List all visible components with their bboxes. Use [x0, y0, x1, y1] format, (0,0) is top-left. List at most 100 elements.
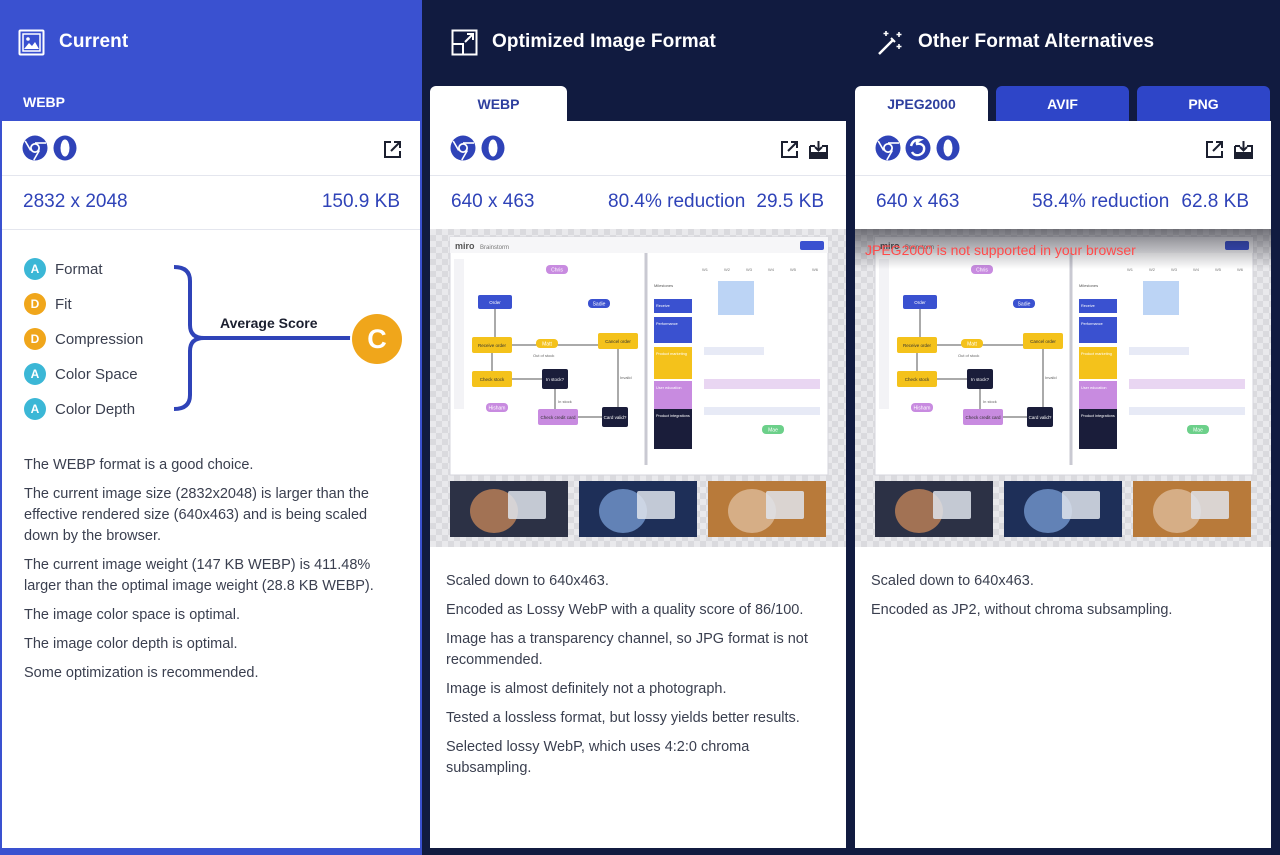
note: The current image size (2832x2048) is la… — [24, 486, 369, 544]
timeline-col: W2 — [724, 267, 731, 272]
flow-edge-label: In stock — [983, 399, 997, 404]
flow-edge-label: Invalid — [620, 375, 632, 380]
flow-edge-label: Out of stock — [958, 353, 979, 358]
flow-node-label: Check credit card — [965, 415, 1001, 420]
photo-device — [508, 491, 546, 519]
note: Scaled down to 640x463. — [446, 573, 609, 589]
alternatives-header: Other Format Alternatives — [876, 22, 1154, 62]
optimized-file-size: 29.5 KB — [756, 191, 824, 212]
grade-badge: D — [24, 328, 46, 350]
alternative-file-size: 62.8 KB — [1181, 191, 1249, 212]
timeline-row-label: Product marketing — [1081, 352, 1112, 356]
open-external-icon[interactable] — [780, 140, 799, 159]
timeline-row-label: Receive — [1081, 304, 1095, 308]
score-color-space: A Color Space — [24, 363, 138, 385]
note: Scaled down to 640x463. — [871, 573, 1034, 589]
board-frame — [449, 236, 829, 476]
browser-support — [450, 135, 506, 161]
download-icon[interactable] — [809, 140, 828, 159]
tab-png[interactable]: PNG — [1137, 86, 1270, 121]
note: Encoded as JP2, without chroma subsampli… — [871, 602, 1173, 618]
note: Image has a transparency channel, so JPG… — [446, 631, 808, 668]
optimized-notes: Scaled down to 640x463. Encoded as Lossy… — [446, 571, 828, 787]
alternatives-card: 640 x 463 58.4% reduction 62.8 KB miroBr… — [855, 121, 1271, 848]
cursor-name: Hisham — [914, 406, 931, 412]
timeline-highlight — [1143, 281, 1179, 315]
flow-node-label: Card valid? — [604, 415, 627, 420]
timeline-highlight — [718, 281, 754, 315]
chrome-icon — [450, 135, 476, 161]
current-format-tab[interactable]: WEBP — [23, 94, 65, 110]
optimized-image-preview: miro Brainstorm Order Receive order Cancel o… — [430, 229, 846, 547]
score-color-depth: A Color Depth — [24, 398, 135, 420]
photo-device — [637, 491, 675, 519]
optimized-reduction: 80.4% reduction — [608, 191, 746, 212]
note: Encoded as Lossy WebP with a quality sco… — [446, 602, 804, 618]
timeline-label: Milestones — [1079, 283, 1098, 288]
note: The WEBP format is a good choice. — [24, 457, 254, 473]
board-frame — [874, 236, 1254, 476]
timeline-label: Milestones — [654, 283, 673, 288]
flow-node-label: Check stock — [480, 377, 505, 382]
unsupported-warning: JPEG2000 is not supported in your browse… — [865, 242, 1136, 258]
flow-node-label: Receive order — [903, 343, 932, 348]
current-metadata: 2832 x 2048 150.9 KB — [2, 176, 420, 230]
score-label: Format — [55, 260, 103, 278]
flow-node-label: Receive order — [478, 343, 507, 348]
photo-device — [1062, 491, 1100, 519]
alternative-image-preview: miroBrainstormOrderReceive orderCancel o… — [855, 229, 1271, 547]
firefox-icon — [905, 135, 931, 161]
browser-support — [22, 135, 78, 161]
note: Selected lossy WebP, which uses 4:2:0 ch… — [446, 739, 750, 776]
photo-device — [1191, 491, 1229, 519]
timeline-row-label: Performance — [656, 322, 678, 326]
cursor-name: Sadie — [1018, 302, 1031, 308]
timeline-bar — [1129, 379, 1245, 389]
current-card: 2832 x 2048 150.9 KB A Format D Fit D Co… — [2, 121, 420, 848]
score-fit: D Fit — [24, 293, 72, 315]
flow-node-label: Check credit card — [540, 415, 576, 420]
cursor-name: Sadie — [593, 302, 606, 308]
resize-icon — [451, 29, 478, 56]
timeline-col: W1 — [702, 267, 709, 272]
timeline-col: W6 — [812, 267, 819, 272]
flow-edge-label: Out of stock — [533, 353, 554, 358]
opera-icon — [935, 135, 961, 161]
cursor-name: Matt — [542, 342, 552, 348]
timeline-row-label: Product integrations — [656, 414, 690, 418]
open-external-icon[interactable] — [1205, 140, 1224, 159]
timeline-bar — [704, 379, 820, 389]
download-icon[interactable] — [1234, 140, 1253, 159]
cursor-name: Mae — [768, 428, 778, 434]
tab-jpeg2000[interactable]: JPEG2000 — [855, 86, 988, 121]
whiteboard-screenshot: miro Brainstorm Order Receive order Cancel o… — [449, 236, 829, 537]
chrome-icon — [875, 135, 901, 161]
timeline-row — [1079, 317, 1117, 343]
current-toolbar — [2, 121, 420, 176]
optimized-format-tab[interactable]: WEBP — [430, 86, 567, 121]
board-brand: miro — [455, 241, 475, 251]
board-toolrail — [879, 259, 889, 409]
tab-avif[interactable]: AVIF — [996, 86, 1129, 121]
flow-node-label: Card valid? — [1029, 415, 1052, 420]
flow-node-label: Cancel order — [1030, 339, 1056, 344]
score-label: Fit — [55, 295, 72, 313]
note: The image color depth is optimal. — [24, 636, 238, 652]
photo-device — [933, 491, 971, 519]
open-external-icon[interactable] — [383, 140, 402, 159]
chrome-icon — [22, 135, 48, 161]
share-chip — [800, 241, 824, 250]
optimized-toolbar — [430, 121, 846, 176]
opera-icon — [52, 135, 78, 161]
optimized-title: Optimized Image Format — [492, 31, 716, 52]
timeline-bar — [1129, 407, 1245, 415]
timeline-bar — [704, 407, 820, 415]
average-score-label: Average Score — [220, 315, 318, 331]
note: The image color space is optimal. — [24, 607, 240, 623]
timeline-row-label: Performance — [1081, 322, 1103, 326]
cursor-name: Hisham — [489, 406, 506, 412]
note: Tested a lossless format, but lossy yiel… — [446, 710, 800, 726]
note: Some optimization is recommended. — [24, 665, 259, 681]
note: Image is almost definitely not a photogr… — [446, 681, 727, 697]
opera-icon — [480, 135, 506, 161]
